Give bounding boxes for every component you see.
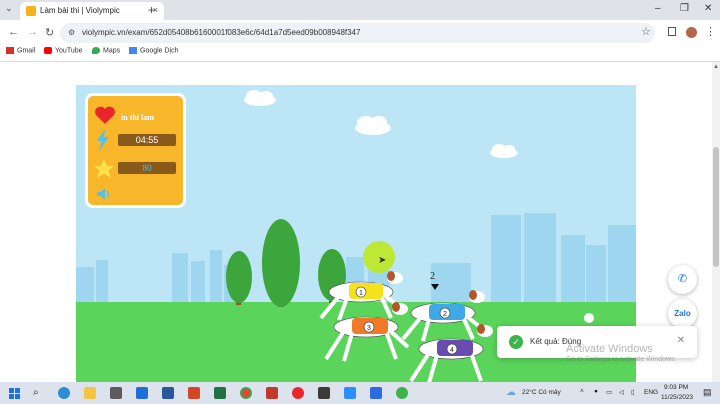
- side-panel-icon[interactable]: [668, 27, 676, 36]
- close-window-button[interactable]: ✕: [704, 3, 712, 14]
- file-explorer-icon[interactable]: [84, 387, 96, 399]
- reload-icon[interactable]: ↻: [45, 26, 54, 39]
- windows-start-icon[interactable]: [9, 388, 20, 399]
- back-icon[interactable]: ←: [8, 26, 19, 38]
- city-skyline-left: [76, 250, 244, 303]
- network-icon[interactable]: ▭: [606, 388, 612, 396]
- tab-search-icon[interactable]: ⌄: [5, 3, 13, 14]
- player-name: in thi lam: [121, 113, 154, 122]
- cloud-left: [244, 90, 276, 106]
- notification-icon[interactable]: ▤: [703, 387, 712, 398]
- maps-icon: [92, 47, 100, 54]
- cloud-center: [355, 116, 391, 135]
- position-marker-arrow: [431, 284, 439, 290]
- edge-icon[interactable]: [58, 387, 70, 399]
- mouse-cursor-icon: ➤: [378, 255, 387, 266]
- tab-violympic[interactable]: Làm bài thi | Violympic ×: [20, 2, 164, 20]
- cloud-right: [490, 144, 518, 158]
- browser-toolbar: ← → ↻ ⚙ violympic.vn/exam/652d05408b6160…: [0, 20, 720, 46]
- bookmark-maps[interactable]: Maps: [92, 47, 120, 54]
- youtube-icon: [44, 47, 52, 54]
- tab-strip: ⌄ Làm bài thi | Violympic × + – ❐ ✕: [0, 0, 720, 20]
- dog-4-number: 4: [450, 347, 454, 354]
- timer-display: 04:55: [118, 134, 176, 146]
- gmail-icon: [6, 47, 14, 54]
- speaker-icon[interactable]: [96, 187, 112, 201]
- bookmark-gmail[interactable]: Gmail: [6, 47, 35, 54]
- excel-icon[interactable]: [214, 387, 226, 399]
- volume-icon[interactable]: ◁: [619, 388, 624, 396]
- windows-taskbar: ⌕ ☁ 22°C Có mây ˄ ● ▭ ◁ ▯ ENG 9:03 PM 11…: [0, 382, 720, 404]
- menu-kebab-icon[interactable]: ⋮: [705, 25, 716, 38]
- battery-icon[interactable]: ▯: [631, 388, 635, 396]
- tray-chevron-icon[interactable]: ˄: [580, 388, 584, 395]
- forward-icon[interactable]: →: [27, 26, 38, 38]
- tab-title: Làm bài thi | Violympic: [40, 6, 120, 15]
- score-display: 80: [118, 162, 176, 174]
- chrome-icon[interactable]: [240, 387, 252, 399]
- app-green-icon[interactable]: [396, 387, 408, 399]
- url-text[interactable]: violympic.vn/exam/652d05408b6160001f083e…: [82, 28, 360, 37]
- store-icon[interactable]: [110, 387, 122, 399]
- translate-icon: [129, 47, 137, 54]
- cloud-weather-icon: ☁: [506, 387, 516, 398]
- dog-1-number: 1: [359, 290, 363, 297]
- terminal-icon[interactable]: [318, 387, 330, 399]
- dog-3-number: 3: [367, 325, 371, 332]
- clock-date[interactable]: 11/25/2023: [661, 394, 693, 401]
- position-marker-number: 2: [430, 271, 435, 282]
- dog-2-number: 2: [443, 311, 447, 318]
- acrobat-icon[interactable]: [266, 387, 278, 399]
- toast-close-icon[interactable]: ✕: [677, 335, 685, 346]
- violympic-favicon-icon: [26, 6, 36, 16]
- bookmarks-bar: Gmail YouTube Maps Google Dịch: [0, 46, 720, 60]
- call-button[interactable]: ✆: [668, 265, 697, 294]
- mail-icon[interactable]: [136, 387, 148, 399]
- language-indicator[interactable]: ENG: [644, 389, 658, 396]
- ball: [584, 313, 594, 323]
- page-scrollbar[interactable]: ▲: [712, 62, 720, 382]
- heart-icon: [95, 106, 115, 124]
- microphone-icon[interactable]: ●: [594, 388, 598, 395]
- clock-time[interactable]: 9:03 PM: [664, 384, 688, 391]
- new-tab-button[interactable]: +: [148, 3, 155, 17]
- weather-text[interactable]: 22°C Có mây: [522, 389, 561, 396]
- scroll-up-icon[interactable]: ▲: [713, 64, 719, 70]
- lightning-icon: [97, 129, 109, 151]
- address-bar[interactable]: ⚙ violympic.vn/exam/652d05408b6160001f08…: [60, 23, 655, 43]
- tree-tall: [262, 219, 300, 307]
- site-info-icon[interactable]: ⚙: [68, 28, 75, 37]
- zalo-button[interactable]: Zalo: [668, 299, 697, 328]
- star-score-icon: [94, 159, 114, 178]
- bookmark-google-translate[interactable]: Google Dịch: [129, 47, 179, 54]
- scroll-thumb[interactable]: [713, 147, 719, 267]
- bookmark-youtube[interactable]: YouTube: [44, 47, 83, 54]
- search-icon[interactable]: ⌕: [33, 387, 39, 398]
- bookmark-star-icon[interactable]: ☆: [641, 25, 651, 38]
- powerpoint-icon[interactable]: [188, 387, 200, 399]
- check-icon: ✓: [509, 335, 523, 349]
- word-icon[interactable]: [162, 387, 174, 399]
- maximize-button[interactable]: ❐: [680, 3, 689, 14]
- zoom-icon[interactable]: [344, 387, 356, 399]
- profile-avatar[interactable]: [686, 27, 697, 38]
- activate-windows-subtitle: Go to Settings to activate Windows.: [566, 356, 677, 363]
- status-panel: in thi lam 04:55 80: [85, 93, 186, 208]
- activate-windows-title: Activate Windows: [566, 343, 653, 355]
- zalo-taskbar-icon[interactable]: [370, 387, 382, 399]
- minimize-button[interactable]: –: [655, 3, 661, 14]
- opera-icon[interactable]: [292, 387, 304, 399]
